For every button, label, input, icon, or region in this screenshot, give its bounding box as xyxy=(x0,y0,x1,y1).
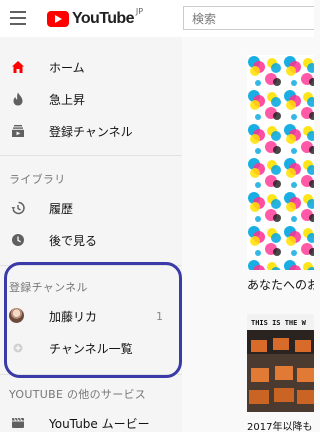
subscriptions-section-title: 登録チャンネル xyxy=(9,281,88,294)
sidebar-item-channel[interactable]: 加藤リカ 1 xyxy=(0,300,182,332)
home-icon xyxy=(11,60,25,74)
add-circle-icon xyxy=(11,341,25,355)
flame-icon xyxy=(11,92,25,106)
region-code: JP xyxy=(135,7,144,16)
video-thumbnail[interactable] xyxy=(247,55,314,270)
sidebar-item-watch-later[interactable]: 後で見る xyxy=(0,224,182,256)
history-icon xyxy=(11,201,25,215)
youtube-logo[interactable]: YouTube JP xyxy=(47,7,144,28)
search-input[interactable]: 検索 xyxy=(183,6,314,30)
more-services-section-title: YOUTUBE の他のサービス xyxy=(9,388,147,401)
thumbnail-text: THIS IS THE W xyxy=(251,319,307,327)
movies-icon xyxy=(11,416,25,430)
sidebar-item-label: 後で見る xyxy=(49,233,98,248)
subscriptions-icon xyxy=(11,124,25,138)
sidebar-item-channel-list[interactable]: チャンネル一覧 xyxy=(0,332,182,364)
dots-pattern-image xyxy=(247,55,314,270)
sidebar-item-trending[interactable]: 急上昇 xyxy=(0,83,182,115)
sidebar-item-label: YouTube ムービー xyxy=(49,416,150,431)
divider xyxy=(0,374,182,375)
office-laptops-image: THIS IS THE W xyxy=(247,314,314,412)
channel-name: 加藤リカ xyxy=(49,309,98,324)
logo-text: YouTube xyxy=(72,10,134,27)
sidebar-item-label: ホーム xyxy=(49,60,85,75)
divider xyxy=(0,155,182,156)
watch-later-icon xyxy=(11,233,25,247)
video-title[interactable]: 2017年以降も xyxy=(247,418,312,432)
search-placeholder: 検索 xyxy=(192,12,217,26)
sidebar-item-subscriptions[interactable]: 登録チャンネル xyxy=(0,115,182,147)
avatar xyxy=(9,308,24,323)
sidebar-item-movies[interactable]: YouTube ムービー xyxy=(0,407,182,432)
sidebar-item-home[interactable]: ホーム xyxy=(0,51,182,83)
hamburger-menu-icon[interactable] xyxy=(10,11,26,25)
unread-count: 1 xyxy=(156,309,163,323)
sidebar-item-label: 急上昇 xyxy=(49,92,86,107)
sidebar: ホーム 急上昇 登録チャンネル ライブラリ 履歴 後で見る 登録チャンネル 加藤… xyxy=(0,37,182,432)
sidebar-item-history[interactable]: 履歴 xyxy=(0,192,182,224)
recommended-heading: あなたへのおすすめ xyxy=(247,278,314,292)
sidebar-item-label: チャンネル一覧 xyxy=(49,341,133,356)
sidebar-item-label: 登録チャンネル xyxy=(49,124,133,139)
divider xyxy=(0,265,182,266)
sidebar-item-label: 履歴 xyxy=(49,201,74,216)
main-content: あなたへのおすすめ THIS IS THE W 2017年以降も xyxy=(182,37,314,432)
play-logo-icon xyxy=(47,11,69,27)
youtube-page: YouTube JP 検索 ホーム 急上昇 登録チャンネル ライブラリ 履歴 後… xyxy=(0,0,314,432)
top-bar: YouTube JP 検索 xyxy=(0,0,314,37)
video-thumbnail[interactable]: THIS IS THE W xyxy=(247,314,314,412)
library-section-title: ライブラリ xyxy=(9,173,66,186)
